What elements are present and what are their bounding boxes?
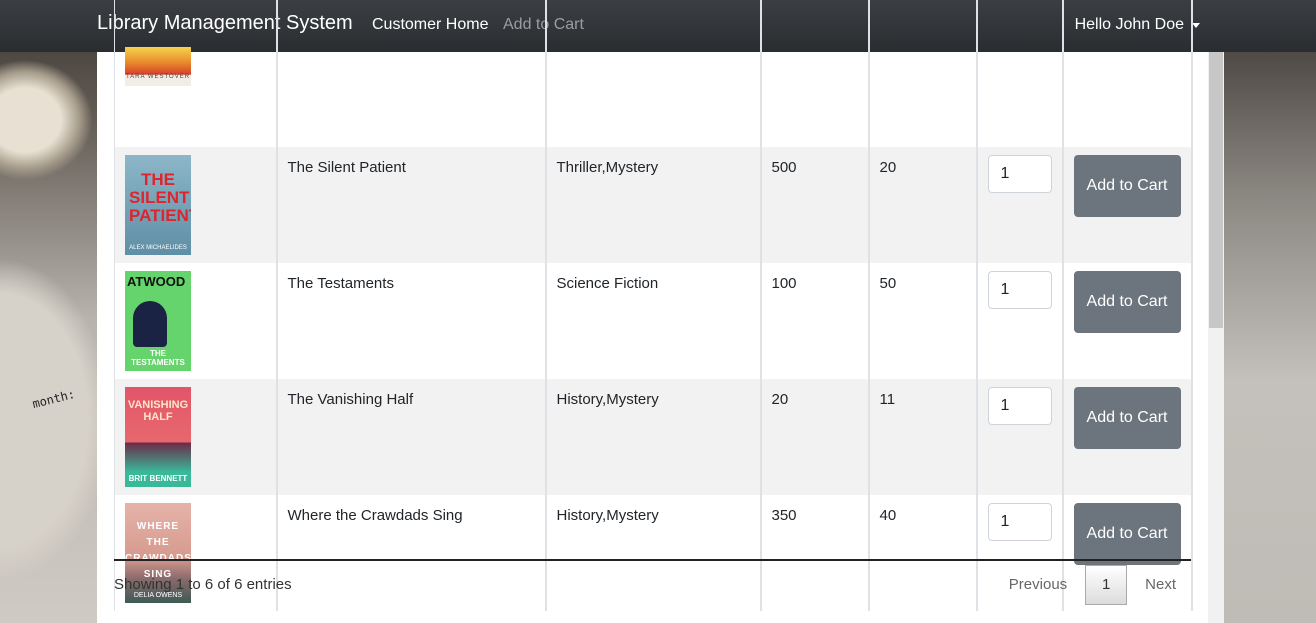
book-genre: Thriller,Mystery bbox=[556, 159, 659, 176]
cover-title-text: ATWOOD bbox=[127, 274, 186, 289]
book-title bbox=[278, 0, 545, 12]
previous-page-button[interactable]: Previous bbox=[991, 564, 1085, 606]
book-stock: 40 bbox=[879, 507, 897, 524]
book-cover-image: THE SILENT PATIENT ALEX MICHAELIDES bbox=[125, 155, 191, 255]
cover-author-text: ALEX MICHAELIDES bbox=[129, 245, 187, 251]
add-to-cart-button[interactable]: Add to Cart bbox=[1073, 387, 1181, 449]
book-title: Where the Crawdads Sing bbox=[287, 507, 463, 524]
cover-author-text: BRIT BENNETT bbox=[128, 474, 188, 483]
book-title: The Vanishing Half bbox=[287, 391, 414, 408]
quantity-input[interactable]: 1 bbox=[987, 503, 1052, 541]
cover-title-text: VANISHING HALF bbox=[127, 399, 189, 423]
cover-title-text: WHERE THE CRAWDADS SING bbox=[125, 521, 191, 580]
book-genre: History,Mystery bbox=[556, 391, 659, 408]
book-cover-image: TARA WESTOVER bbox=[125, 47, 191, 86]
book-title: The Silent Patient bbox=[287, 159, 406, 176]
caret-down-icon bbox=[1192, 22, 1200, 28]
table-row: THE SILENT PATIENT ALEX MICHAELIDES The … bbox=[114, 147, 1193, 263]
books-table: TARA WESTOVER THE SILENT PATIENT ALEX MI… bbox=[114, 0, 1193, 611]
book-stock bbox=[870, 0, 976, 12]
add-to-cart-button[interactable]: Add to Cart bbox=[1073, 155, 1181, 217]
add-to-cart-button[interactable]: Add to Cart bbox=[1073, 271, 1181, 333]
cover-title-text: THE SILENT PATIENT bbox=[129, 170, 191, 225]
book-cover-image: VANISHING HALF BRIT BENNETT bbox=[125, 387, 191, 487]
table-row: VANISHING HALF BRIT BENNETT The Vanishin… bbox=[114, 379, 1193, 495]
table-row: TARA WESTOVER bbox=[114, 0, 1193, 147]
content-panel: TARA WESTOVER THE SILENT PATIENT ALEX MI… bbox=[97, 0, 1208, 623]
quantity-input[interactable]: 1 bbox=[987, 387, 1052, 425]
quantity-input[interactable]: 1 bbox=[987, 155, 1052, 193]
book-price bbox=[762, 0, 868, 12]
pagination: Previous 1 Next bbox=[991, 564, 1194, 606]
book-price: 100 bbox=[771, 275, 797, 292]
cover-author-text: TARA WESTOVER bbox=[125, 74, 191, 80]
entries-info: Showing 1 to 6 of 6 entries bbox=[114, 576, 292, 593]
book-price: 500 bbox=[771, 159, 797, 176]
book-genre: Science Fiction bbox=[556, 275, 659, 292]
table-row: ATWOOD THE TESTAMENTS The Testaments Sci… bbox=[114, 263, 1193, 379]
book-cover-image: ATWOOD THE TESTAMENTS bbox=[125, 271, 191, 371]
cover-author-text: DELIA OWENS bbox=[133, 592, 183, 599]
book-genre: History,Mystery bbox=[556, 507, 659, 524]
cover-figure-shape bbox=[133, 301, 167, 347]
add-to-cart-button[interactable]: Add to Cart bbox=[1073, 503, 1181, 565]
book-stock: 20 bbox=[879, 159, 897, 176]
background-photo-right bbox=[1224, 52, 1316, 623]
cover-author-text: THE TESTAMENTS bbox=[131, 349, 185, 367]
book-price: 20 bbox=[771, 391, 789, 408]
quantity-input[interactable]: 1 bbox=[987, 271, 1052, 309]
book-price: 350 bbox=[771, 507, 797, 524]
book-stock: 11 bbox=[879, 391, 896, 408]
book-genre bbox=[547, 0, 760, 12]
book-stock: 50 bbox=[879, 275, 897, 292]
book-title: The Testaments bbox=[287, 275, 394, 292]
next-page-button[interactable]: Next bbox=[1127, 564, 1194, 606]
page-1-button[interactable]: 1 bbox=[1085, 565, 1128, 605]
table-bottom-border bbox=[114, 559, 1191, 561]
scrollbar-thumb[interactable] bbox=[1209, 52, 1223, 328]
